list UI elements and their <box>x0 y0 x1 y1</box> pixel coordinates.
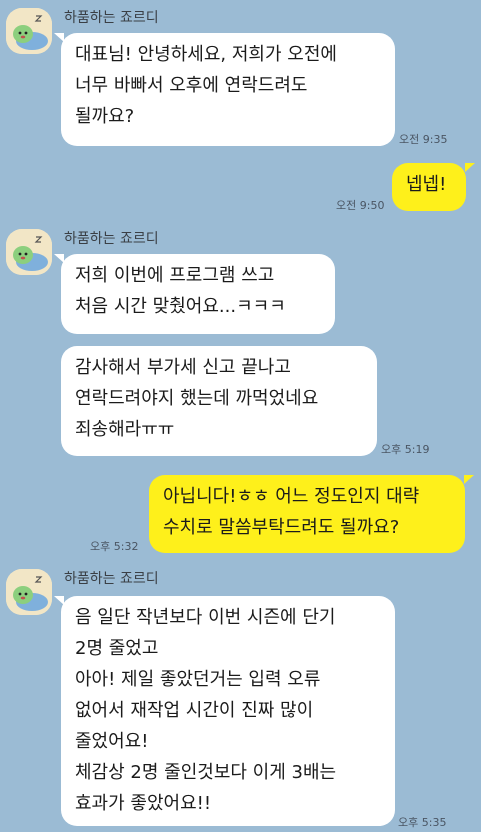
message-text: 연락드려야지 했는데 까먹었네요 <box>75 388 319 409</box>
message-text: 효과가 좋았어요!! <box>75 793 212 814</box>
avatar[interactable] <box>6 229 52 275</box>
message-text: 아아! 제일 좋았던거는 입력 오류 <box>75 669 321 690</box>
jordy-avatar-icon <box>6 8 52 54</box>
message-text: 처음 시간 맞췄어요...ㅋㅋㅋ <box>75 296 286 317</box>
message-bubble[interactable]: 대표님! 안녕하세요, 저희가 오전에 너무 바빠서 오후에 연락드려도 될까요… <box>61 33 395 146</box>
message-bubble[interactable]: 저희 이번에 프로그램 쓰고 처음 시간 맞췄어요...ㅋㅋㅋ <box>61 254 335 334</box>
message-text: 죄송해라ㅠㅠ <box>75 419 175 440</box>
message-bubble[interactable]: 넵넵! <box>392 163 466 211</box>
message-time: 오전 9:50 <box>336 199 385 212</box>
message-text: 저희 이번에 프로그램 쓰고 <box>75 265 275 286</box>
avatar[interactable] <box>6 8 52 54</box>
message-time: 오전 9:35 <box>399 133 448 146</box>
sender-name: 하품하는 죠르디 <box>64 571 159 587</box>
avatar[interactable] <box>6 569 52 615</box>
message-time: 오후 5:32 <box>90 540 139 553</box>
jordy-avatar-icon <box>6 569 52 615</box>
message-time: 오후 5:19 <box>381 443 430 456</box>
message-text: 대표님! 안녕하세요, 저희가 오전에 <box>75 44 337 65</box>
message-text: 줄었어요! <box>75 731 149 752</box>
bubble-tail <box>465 163 475 172</box>
message-bubble[interactable]: 감사해서 부가세 신고 끝나고 연락드려야지 했는데 까먹었네요 죄송해라ㅠㅠ <box>61 346 377 456</box>
message-text: 수치로 말씀부탁드려도 될까요? <box>163 517 400 538</box>
jordy-avatar-icon <box>6 229 52 275</box>
message-text: 될까요? <box>75 106 135 127</box>
message-time: 오후 5:35 <box>398 816 447 829</box>
message-text: 음 일단 작년보다 이번 시즌에 단기 <box>75 607 336 628</box>
message-text: 아닙니다!ㅎㅎ 어느 정도인지 대략 <box>163 486 420 507</box>
message-text: 없어서 재작업 시간이 진짜 많이 <box>75 700 314 721</box>
message-text: 2명 줄었고 <box>75 638 159 659</box>
message-bubble[interactable]: 음 일단 작년보다 이번 시즌에 단기 2명 줄었고 아아! 제일 좋았던거는 … <box>61 596 395 826</box>
message-text: 넵넵! <box>406 174 447 195</box>
sender-name: 하품하는 죠르디 <box>64 10 159 26</box>
message-text: 너무 바빠서 오후에 연락드려도 <box>75 75 308 96</box>
message-bubble[interactable]: 아닙니다!ㅎㅎ 어느 정도인지 대략 수치로 말씀부탁드려도 될까요? <box>149 475 465 553</box>
message-text: 감사해서 부가세 신고 끝나고 <box>75 357 291 378</box>
bubble-tail <box>464 475 474 484</box>
message-text: 체감상 2명 줄인것보다 이게 3배는 <box>75 762 337 783</box>
sender-name: 하품하는 죠르디 <box>64 231 159 247</box>
